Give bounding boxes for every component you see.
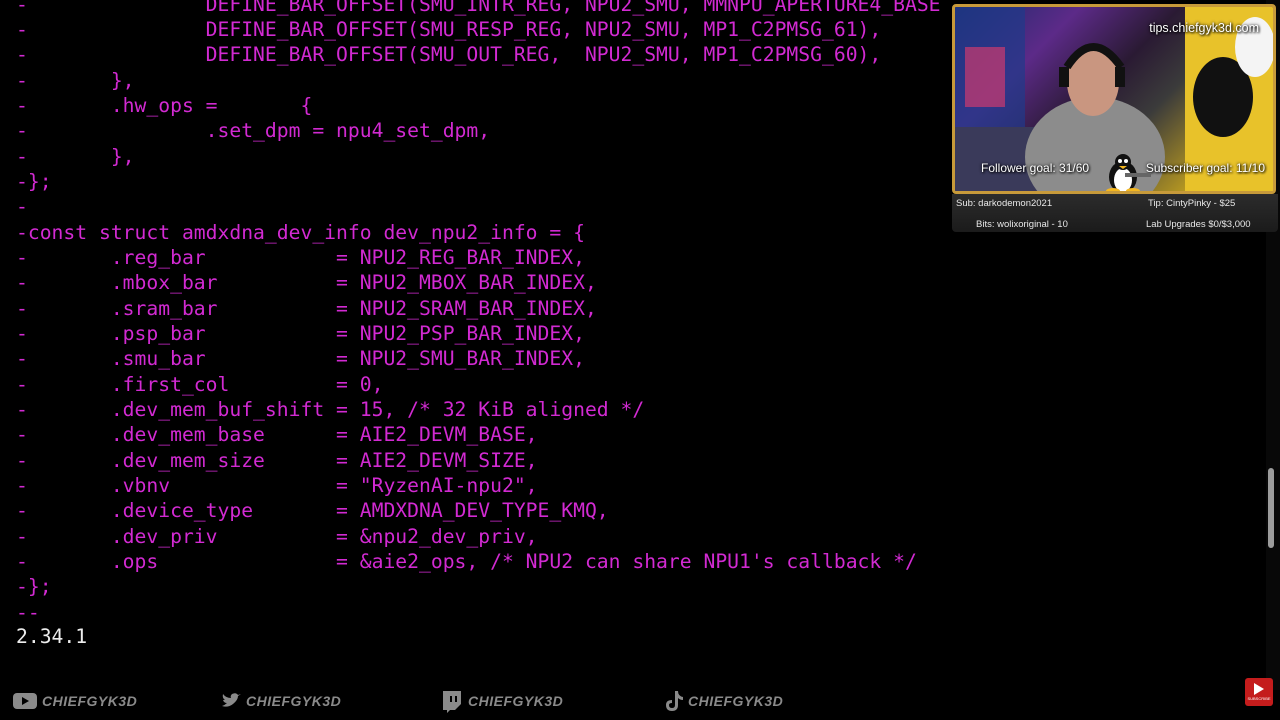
code-line: - .vbnv = "RyzenAI-npu2", [16, 474, 538, 497]
code-line: - .reg_bar = NPU2_REG_BAR_INDEX, [16, 246, 585, 269]
twitter-icon [222, 693, 241, 707]
tiktok-icon [666, 691, 683, 711]
subscriber-goal: Subscriber goal: 11/10 [1145, 161, 1265, 175]
code-line: -const struct amdxdna_dev_info dev_npu2_… [16, 221, 585, 244]
code-line: -- [16, 601, 40, 624]
play-icon [1254, 683, 1264, 695]
subscribe-button[interactable]: SUBSCRIBE [1245, 678, 1273, 706]
twitch-handle: CHIEFGYK3D [468, 693, 564, 709]
youtube-handle: CHIEFGYK3D [42, 693, 138, 709]
tips-url: tips.chiefgyk3d.com [1149, 21, 1259, 35]
code-line: - .mbox_bar = NPU2_MBOX_BAR_INDEX, [16, 271, 597, 294]
code-line: - DEFINE_BAR_OFFSET(SMU_INTR_REG, NPU2_S… [16, 0, 941, 16]
code-line: - .device_type = AMDXDNA_DEV_TYPE_KMQ, [16, 499, 609, 522]
latest-bits: Bits: wolixoriginal - 10 [976, 219, 1068, 230]
social-youtube: CHIEFGYK3D [12, 686, 137, 716]
latest-sub: Sub: darkodemon2021 [956, 198, 1053, 209]
social-bar [0, 690, 1280, 720]
code-line: - DEFINE_BAR_OFFSET(SMU_RESP_REG, NPU2_S… [16, 18, 882, 41]
social-twitch: CHIEFGYK3D [440, 686, 563, 716]
code-line: - .dev_mem_buf_shift = 15, /* 32 KiB ali… [16, 398, 645, 421]
code-line: - }, [16, 69, 135, 92]
social-twitter: CHIEFGYK3D [220, 686, 341, 716]
code-line: - DEFINE_BAR_OFFSET(SMU_OUT_REG, NPU2_SM… [16, 43, 882, 66]
stream-info-bar: Sub: darkodemon2021 Tip: CintyPinky - $2… [952, 194, 1278, 232]
code-line: - .first_col = 0, [16, 373, 384, 396]
twitch-icon [443, 691, 461, 713]
tiktok-handle: CHIEFGYK3D [688, 693, 784, 709]
code-line: - .hw_ops = { [16, 94, 313, 117]
code-line: - .dev_priv = &npu2_dev_priv, [16, 525, 538, 548]
code-line: - .set_dpm = npu4_set_dpm, [16, 119, 491, 142]
twitter-handle: CHIEFGYK3D [246, 693, 342, 709]
lab-upgrades-goal: Lab Upgrades $0/$3,000 [1146, 219, 1251, 230]
follower-goal: Follower goal: 31/60 [981, 161, 1090, 175]
version-line: 2.34.1 [16, 625, 88, 648]
webcam-overlay: tips.chiefgyk3d.com Follower goal: 31/60… [952, 4, 1276, 194]
code-line: - .dev_mem_base = AIE2_DEVM_BASE, [16, 423, 538, 446]
code-line: - .ops = &aie2_ops, /* NPU2 can share NP… [16, 550, 917, 573]
tux-penguin-icon [1106, 154, 1151, 191]
subscribe-label: SUBSCRIBE [1247, 696, 1271, 701]
scrollbar-thumb[interactable] [1268, 468, 1274, 548]
code-line: - [16, 195, 28, 218]
youtube-icon [13, 693, 37, 709]
code-line: - .sram_bar = NPU2_SRAM_BAR_INDEX, [16, 297, 597, 320]
code-line: - .dev_mem_size = AIE2_DEVM_SIZE, [16, 449, 538, 472]
code-line: - }, [16, 145, 135, 168]
code-line: -}; [16, 170, 52, 193]
social-tiktok: CHIEFGYK3D [664, 686, 783, 716]
code-line: -}; [16, 575, 52, 598]
latest-tip: Tip: CintyPinky - $25 [1148, 198, 1236, 209]
code-line: - .psp_bar = NPU2_PSP_BAR_INDEX, [16, 322, 585, 345]
code-line: - .smu_bar = NPU2_SMU_BAR_INDEX, [16, 347, 585, 370]
